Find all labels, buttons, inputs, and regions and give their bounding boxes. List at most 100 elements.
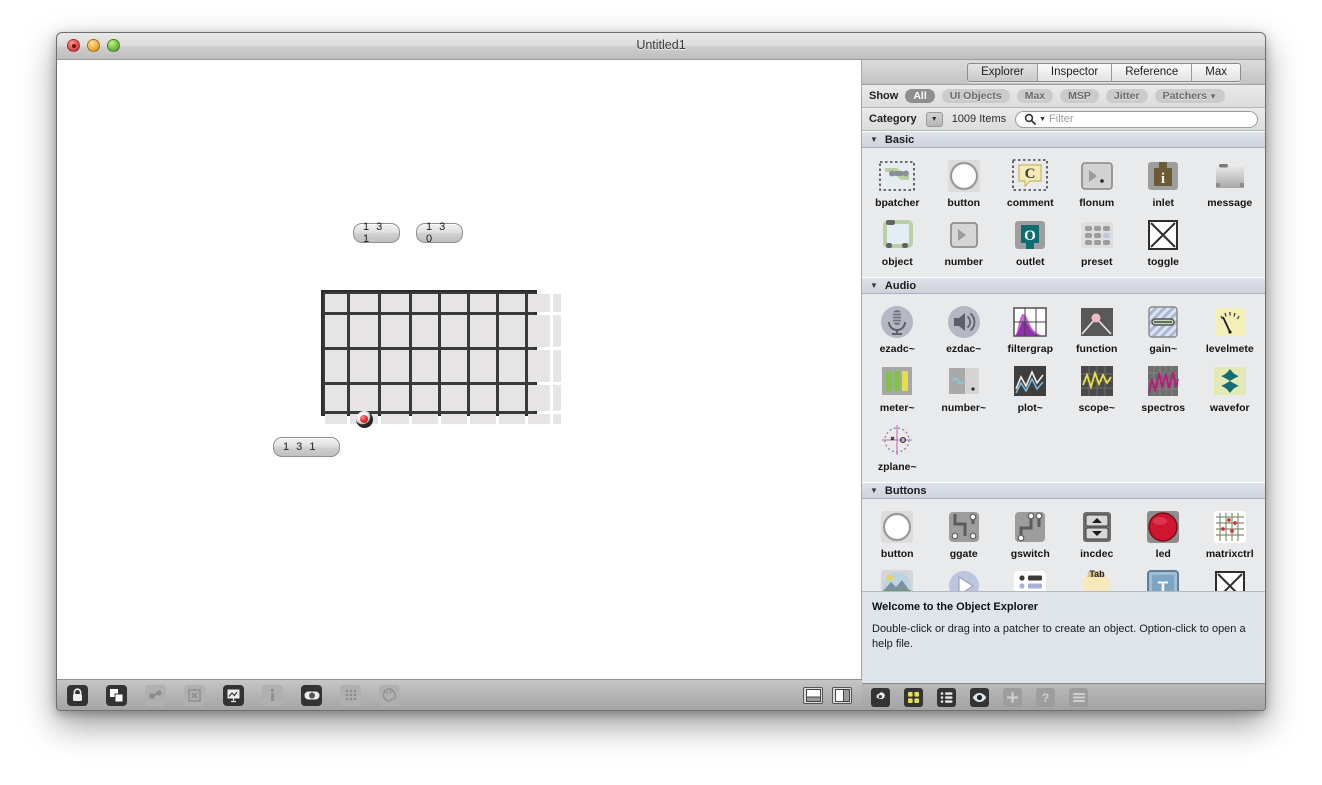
object-item-incdec[interactable]: incdec [1064,505,1131,564]
matrix-cell[interactable] [553,385,561,411]
object-item-function[interactable]: function [1064,300,1131,359]
matrix-cell[interactable] [470,414,496,424]
grid-view-icon[interactable] [904,688,923,707]
bottom-pane-icon[interactable] [803,687,823,704]
matrix-cell[interactable] [412,414,438,424]
matrix-cell[interactable] [350,294,378,312]
matrix-cell-active[interactable] [350,414,378,424]
object-item-button-2[interactable]: button [864,505,931,564]
matrix-cell[interactable] [528,385,550,411]
object-item-bpatcher[interactable]: bpatcher [864,154,931,213]
palette-icon[interactable] [379,685,400,706]
matrix-cell[interactable] [470,315,496,347]
search-input[interactable]: ▼ Filter [1015,111,1258,128]
matrix-cell[interactable] [553,350,561,382]
matrixctrl-object[interactable] [321,290,537,416]
object-item-plot[interactable]: plot~ [997,359,1064,418]
matrix-cell[interactable] [441,350,467,382]
object-item-comment[interactable]: C comment [997,154,1064,213]
matrix-cell[interactable] [381,294,409,312]
matrix-cell[interactable] [470,294,496,312]
add-icon[interactable] [1003,688,1022,707]
matrix-cell[interactable] [528,315,550,347]
snapshot-icon[interactable] [223,685,244,706]
patcher-canvas[interactable]: 1 3 1 1 3 0 1 3 1 [57,60,862,679]
object-item-matrixctrl[interactable]: matrixctrl [1197,505,1264,564]
help-icon[interactable]: ? [1036,688,1055,707]
object-item-preset[interactable]: preset [1064,213,1131,272]
matrix-cell[interactable] [441,385,467,411]
matrix-cell[interactable] [412,385,438,411]
matrix-cell[interactable] [381,385,409,411]
matrix-cell[interactable] [441,294,467,312]
object-item-number-tilde[interactable]: number~ [931,359,998,418]
tab-explorer[interactable]: Explorer [968,64,1038,81]
chevron-down-icon[interactable]: ▼ [870,486,878,495]
chevron-down-icon[interactable]: ▼ [926,112,943,127]
section-header-buttons[interactable]: ▼ Buttons [862,482,1265,499]
object-list[interactable]: ▼ Basic bpatcher [862,131,1265,591]
matrix-cell[interactable] [381,414,409,424]
object-item-waveform[interactable]: wavefor [1197,359,1264,418]
grid-icon[interactable] [340,685,361,706]
message-box-3[interactable]: 1 3 1 [273,437,340,457]
object-item-playbar[interactable] [931,564,998,591]
matrix-cell[interactable] [325,315,347,347]
info-icon[interactable] [262,685,283,706]
eye-icon[interactable] [970,688,989,707]
matrix-cell[interactable] [499,414,525,424]
close-box-icon[interactable] [184,685,205,706]
filter-msp[interactable]: MSP [1060,89,1099,103]
chevron-down-icon[interactable]: ▼ [870,135,878,144]
matrix-cell[interactable] [350,315,378,347]
message-box-2[interactable]: 1 3 0 [416,223,463,243]
object-item-radiogroup[interactable] [997,564,1064,591]
list-view-icon[interactable] [937,688,956,707]
side-pane-icon[interactable] [832,687,852,704]
object-item-levelmeter[interactable]: levelmete [1197,300,1264,359]
menu-icon[interactable] [1069,688,1088,707]
object-item-outlet[interactable]: O outlet [997,213,1064,272]
object-item-filtergraph[interactable]: filtergrap [997,300,1064,359]
object-item-textbutton[interactable]: T [1130,564,1197,591]
matrix-cell[interactable] [528,294,550,312]
matrix-cell[interactable] [350,385,378,411]
object-item-gain[interactable]: gain~ [1130,300,1197,359]
matrix-cell[interactable] [499,294,525,312]
object-item-ezadc[interactable]: ezadc~ [864,300,931,359]
object-item-flonum[interactable]: flonum [1064,154,1131,213]
object-item-zplane[interactable]: zplane~ [864,418,931,477]
matrix-cell[interactable] [381,315,409,347]
object-item-message[interactable]: message [1197,154,1264,213]
section-header-audio[interactable]: ▼ Audio [862,277,1265,294]
filter-max[interactable]: Max [1017,89,1053,103]
object-item-number[interactable]: number [931,213,998,272]
matrix-cell[interactable] [412,315,438,347]
matrix-cell[interactable] [325,294,347,312]
object-item-toggle-2[interactable] [1197,564,1264,591]
lock-icon[interactable] [67,685,88,706]
section-header-basic[interactable]: ▼ Basic [862,131,1265,148]
matrix-cell[interactable] [499,385,525,411]
bpatcher-icon[interactable] [145,685,166,706]
matrix-cell[interactable] [470,385,496,411]
tab-reference[interactable]: Reference [1112,64,1192,81]
filter-jitter[interactable]: Jitter [1106,89,1148,103]
matrix-cell[interactable] [470,350,496,382]
matrix-cell[interactable] [350,350,378,382]
filter-all[interactable]: All [905,89,934,103]
filter-patchers[interactable]: Patchers [1155,89,1226,103]
object-item-toggle[interactable]: toggle [1130,213,1197,272]
matrix-cell[interactable] [528,350,550,382]
object-item-meter[interactable]: meter~ [864,359,931,418]
object-item-scope[interactable]: scope~ [1064,359,1131,418]
matrix-cell[interactable] [499,315,525,347]
object-item-spectroscope[interactable]: spectros [1130,359,1197,418]
object-item-pictctrl[interactable] [864,564,931,591]
tab-inspector[interactable]: Inspector [1038,64,1112,81]
search-scope-caret-icon[interactable]: ▼ [1039,116,1046,123]
matrix-cell[interactable] [499,350,525,382]
object-item-inlet[interactable]: i inlet [1130,154,1197,213]
object-item-led[interactable]: led [1130,505,1197,564]
presentation-icon[interactable] [106,685,127,706]
